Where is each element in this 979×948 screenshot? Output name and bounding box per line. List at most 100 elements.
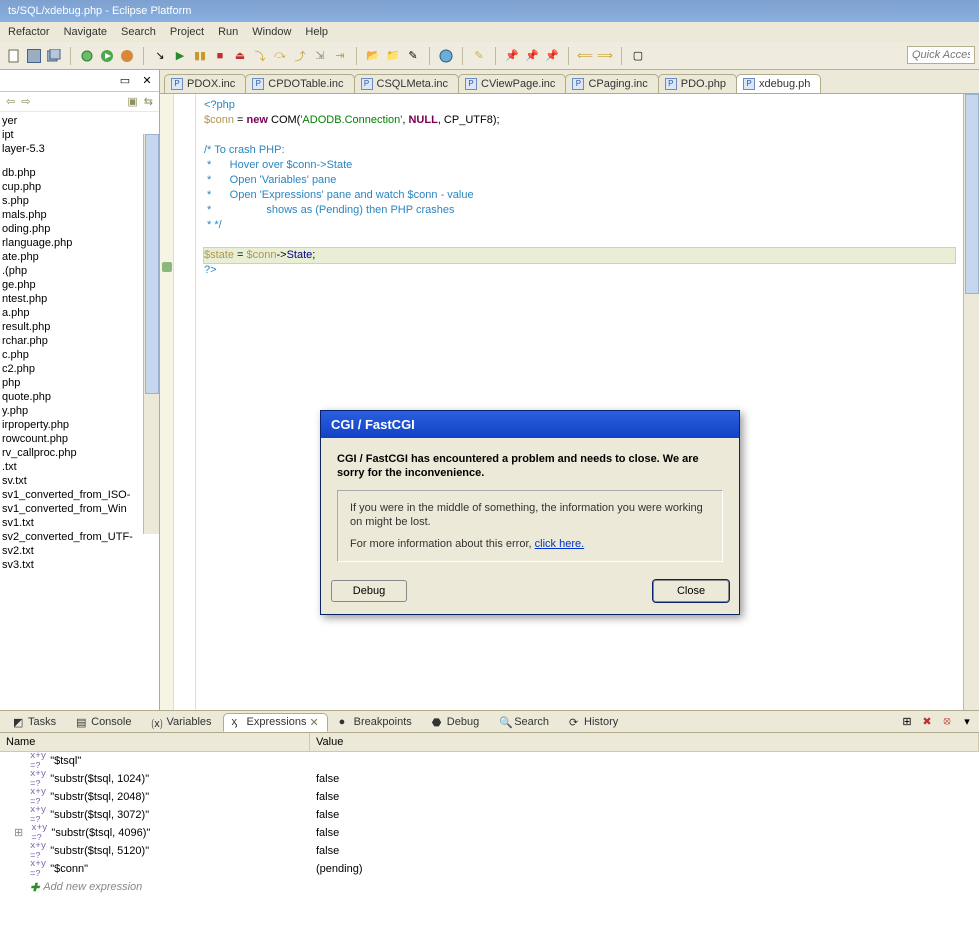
close-icon[interactable]: ✕ — [309, 716, 318, 729]
tree-file[interactable]: sv2_converted_from_UTF- — [0, 530, 159, 544]
remove-all-icon[interactable]: ⦻ — [939, 714, 955, 730]
bottom-tab[interactable]: ⒳Variables — [142, 713, 220, 731]
debug-button[interactable]: Debug — [331, 580, 407, 602]
click-here-link[interactable]: click here. — [535, 538, 585, 550]
tree-view-icon[interactable]: ⊞ — [899, 714, 915, 730]
menu-item[interactable]: Run — [218, 26, 238, 38]
scrollbar-thumb[interactable] — [145, 134, 159, 394]
back-icon[interactable]: ⟸ — [577, 48, 593, 64]
bottom-tab[interactable]: ◩Tasks — [4, 713, 65, 731]
pin-icon[interactable]: 📌 — [504, 48, 520, 64]
bottom-tab[interactable]: ▤Console — [67, 713, 140, 731]
breakpoint-marker[interactable] — [162, 262, 172, 272]
new-icon[interactable] — [6, 48, 22, 64]
run-last-icon[interactable] — [119, 48, 135, 64]
column-value-header[interactable]: Value — [310, 733, 979, 751]
step-filters-icon[interactable]: ⇥ — [332, 48, 348, 64]
tree-file[interactable]: ntest.php — [0, 292, 159, 306]
highlight-icon[interactable]: ✎ — [471, 48, 487, 64]
column-name-header[interactable]: Name — [0, 733, 310, 751]
bottom-tab[interactable]: ⟳History — [560, 713, 627, 731]
tree-file[interactable]: sv1_converted_from_ISO- — [0, 488, 159, 502]
terminate-icon[interactable]: ■ — [212, 48, 228, 64]
suspend-icon[interactable]: ▮▮ — [192, 48, 208, 64]
tree-file[interactable]: y.php — [0, 404, 159, 418]
wand-icon[interactable]: ✎ — [405, 48, 421, 64]
tree-file[interactable]: result.php — [0, 320, 159, 334]
resume-icon[interactable]: ▶ — [172, 48, 188, 64]
remove-icon[interactable]: ✖ — [919, 714, 935, 730]
tree-file[interactable]: php — [0, 376, 159, 390]
menu-item[interactable]: Refactor — [8, 26, 50, 38]
expression-row[interactable]: x+y=?"substr($tsql, 3072)"false — [0, 806, 979, 824]
open-type-icon[interactable]: 📂 — [365, 48, 381, 64]
close-icon[interactable]: ✕ — [139, 73, 155, 89]
editor-tab[interactable]: PCSQLMeta.inc — [354, 74, 460, 93]
quick-access-input[interactable] — [907, 46, 975, 64]
fwd-arrow-icon[interactable]: ⇨ — [21, 95, 30, 108]
expression-row[interactable]: x+y=?"substr($tsql, 5120)"false — [0, 842, 979, 860]
collapse-all-icon[interactable]: ▣ — [127, 95, 137, 108]
code-body[interactable]: <?php $conn = new COM('ADODB.Connection'… — [196, 94, 963, 710]
expand-icon[interactable]: ⊞ — [14, 826, 23, 840]
editor-scrollbar[interactable] — [963, 94, 979, 710]
menu-item[interactable]: Navigate — [64, 26, 107, 38]
bottom-tab[interactable]: ⬣Debug — [423, 713, 488, 731]
tree-file[interactable]: sv1.txt — [0, 516, 159, 530]
tree-file[interactable]: s.php — [0, 194, 159, 208]
tree-file[interactable]: db.php — [0, 166, 159, 180]
perspective-icon[interactable]: ▢ — [630, 48, 646, 64]
globe-icon[interactable] — [438, 48, 454, 64]
tree-file[interactable]: c.php — [0, 348, 159, 362]
code-editor[interactable]: <?php $conn = new COM('ADODB.Connection'… — [160, 94, 979, 710]
bottom-tab[interactable]: 🔍Search — [490, 713, 558, 731]
folder-icon[interactable]: 📁 — [385, 48, 401, 64]
skip-icon[interactable]: ↘ — [152, 48, 168, 64]
tree-file[interactable]: cup.php — [0, 180, 159, 194]
tree-file[interactable]: a.php — [0, 306, 159, 320]
tree-file[interactable]: rlanguage.php — [0, 236, 159, 250]
tree-file[interactable]: rchar.php — [0, 334, 159, 348]
expression-row[interactable]: x+y=?"substr($tsql, 2048)"false — [0, 788, 979, 806]
expression-row[interactable]: x+y=?"$tsql" — [0, 752, 979, 770]
link-editor-icon[interactable]: ⇆ — [144, 95, 153, 108]
save-icon[interactable] — [26, 48, 42, 64]
minimize-icon[interactable]: ▭ — [117, 73, 133, 89]
step-return-icon[interactable]: ⤴ — [292, 48, 308, 64]
tree-file[interactable]: sv3.txt — [0, 558, 159, 572]
tree-file[interactable]: rv_callproc.php — [0, 446, 159, 460]
tree-file[interactable]: rowcount.php — [0, 432, 159, 446]
tree-file[interactable]: ge.php — [0, 278, 159, 292]
tree-folder[interactable]: ipt — [0, 128, 159, 142]
save-all-icon[interactable] — [46, 48, 62, 64]
add-expression-row[interactable]: ✚ Add new expression — [0, 878, 979, 896]
editor-tab[interactable]: PCPDOTable.inc — [245, 74, 354, 93]
tree-file[interactable]: .txt — [0, 460, 159, 474]
editor-tab[interactable]: PCPaging.inc — [565, 74, 658, 93]
expression-row[interactable]: x+y=?"substr($tsql, 1024)"false — [0, 770, 979, 788]
bug-icon[interactable] — [79, 48, 95, 64]
menu-item[interactable]: Window — [252, 26, 291, 38]
editor-tab[interactable]: PPDOX.inc — [164, 74, 246, 93]
editor-tab[interactable]: PCViewPage.inc — [458, 74, 566, 93]
close-button[interactable]: Close — [653, 580, 729, 602]
expression-row[interactable]: x+y=?"$conn"(pending) — [0, 860, 979, 878]
menu-item[interactable]: Search — [121, 26, 156, 38]
editor-tab[interactable]: PPDO.php — [658, 74, 737, 93]
pin2-icon[interactable]: 📌 — [524, 48, 540, 64]
menu-item[interactable]: Help — [305, 26, 328, 38]
tree-file[interactable]: mals.php — [0, 208, 159, 222]
tree-file[interactable]: sv2.txt — [0, 544, 159, 558]
bottom-tab[interactable]: ᶍExpressions ✕ — [223, 713, 328, 732]
menu-icon[interactable]: ▾ — [959, 714, 975, 730]
tree-file[interactable]: c2.php — [0, 362, 159, 376]
bottom-tab[interactable]: ●Breakpoints — [330, 713, 421, 731]
tree-file[interactable]: irproperty.php — [0, 418, 159, 432]
expression-row[interactable]: ⊞x+y=?"substr($tsql, 4096)"false — [0, 824, 979, 842]
tree-file[interactable]: sv.txt — [0, 474, 159, 488]
tree-folder[interactable]: layer-5.3 — [0, 142, 159, 156]
tree-folder[interactable]: yer — [0, 114, 159, 128]
step-over-icon[interactable]: ⤼ — [272, 48, 288, 64]
drop-frame-icon[interactable]: ⇲ — [312, 48, 328, 64]
editor-tab[interactable]: Pxdebug.ph — [736, 74, 821, 93]
